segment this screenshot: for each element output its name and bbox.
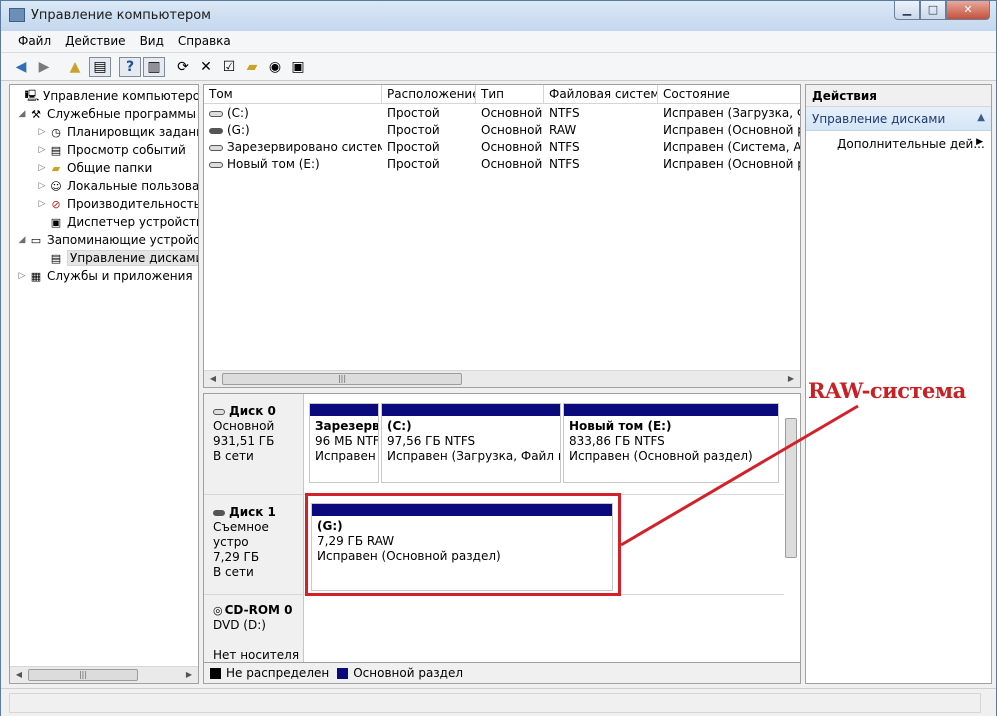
annotation-arrow	[620, 404, 859, 547]
annotation-line	[620, 404, 859, 547]
raw-system-callout: RAW-система	[808, 378, 966, 403]
